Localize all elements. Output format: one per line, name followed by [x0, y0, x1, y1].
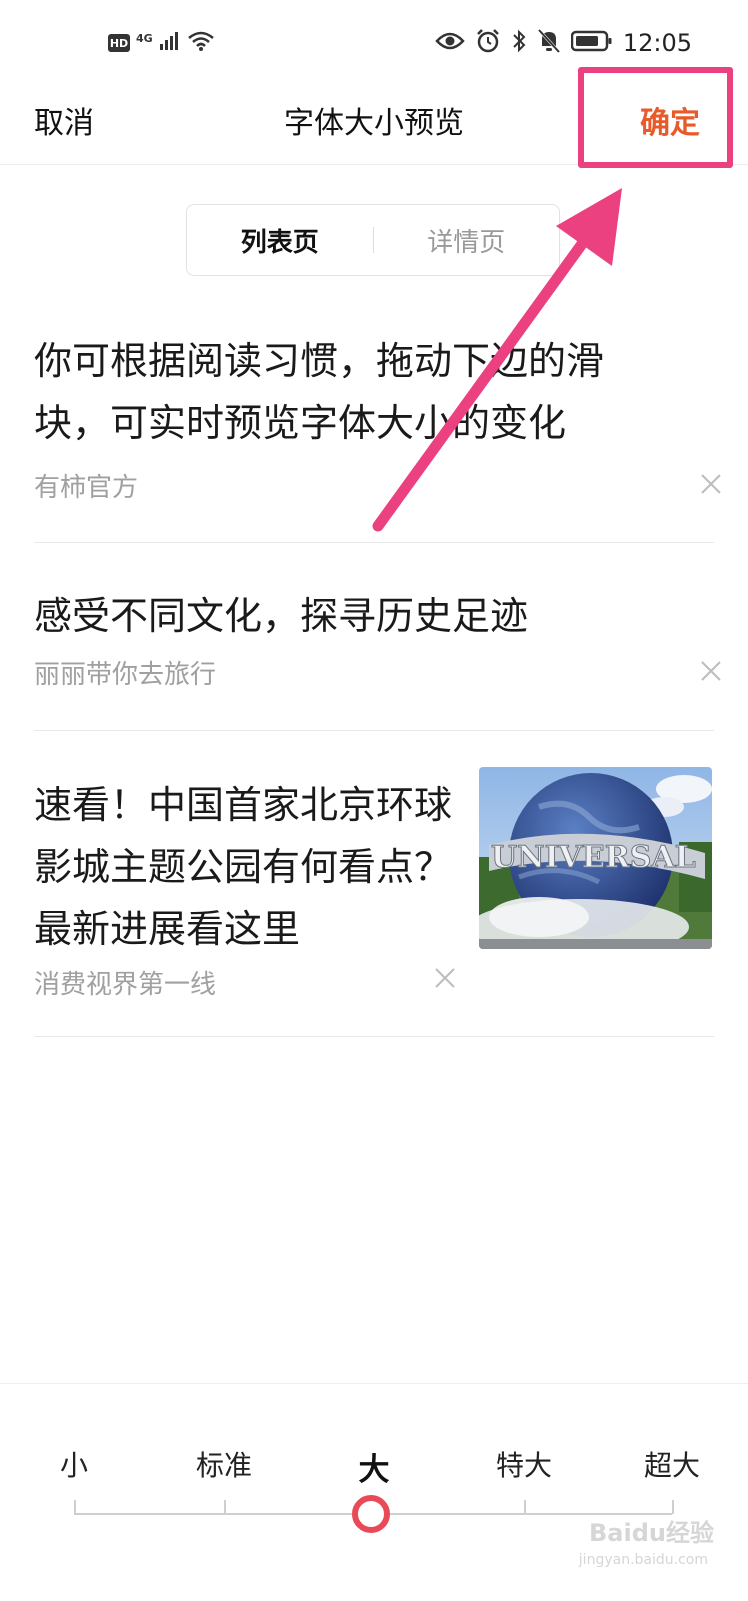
annotation-highlight-box: [578, 67, 733, 168]
size-option-small[interactable]: 小: [29, 1444, 119, 1484]
feed-item-source: 消费视界第一线: [34, 970, 217, 1000]
watermark: Baidu经验: [589, 1519, 714, 1547]
mute-icon: [537, 28, 561, 58]
annotation-arrow: [372, 188, 622, 532]
size-option-xlarge[interactable]: 特大: [479, 1444, 569, 1484]
slider-tick: [224, 1500, 226, 1514]
size-option-xxlarge[interactable]: 超大: [627, 1444, 717, 1484]
article-thumbnail[interactable]: UNIVERSAL: [479, 767, 712, 949]
wifi-icon: [187, 30, 215, 56]
thumbnail-text: UNIVERSAL: [491, 840, 696, 875]
feed-item-title[interactable]: 感受不同文化，探寻历史足迹: [34, 585, 674, 647]
slider-knob[interactable]: [352, 1495, 390, 1533]
status-left: HD 4G: [108, 30, 215, 56]
clock: 12:05: [622, 29, 692, 57]
dismiss-icon[interactable]: [700, 660, 722, 682]
feed-item-source: 丽丽带你去旅行: [34, 660, 217, 690]
watermark-url: jingyan.baidu.com: [578, 1552, 708, 1568]
hd-badge: HD: [108, 34, 130, 52]
divider: [34, 542, 714, 543]
bluetooth-icon: [511, 28, 527, 58]
divider: [34, 1036, 714, 1037]
network-label: 4G: [136, 31, 153, 45]
alarm-icon: [475, 28, 501, 58]
feed-item-title[interactable]: 速看！中国首家北京环球影城主题公园有何看点？最新进展看这里: [34, 774, 454, 960]
size-option-standard[interactable]: 标准: [179, 1444, 269, 1484]
dismiss-icon[interactable]: [434, 967, 456, 989]
feed-item-source: 有柿官方: [34, 473, 139, 503]
size-option-large[interactable]: 大: [329, 1444, 419, 1489]
eye-icon: [435, 31, 465, 55]
signal-icon: [159, 31, 181, 55]
font-size-panel: [0, 1383, 748, 1601]
slider-tick: [672, 1500, 674, 1514]
slider-tick: [524, 1500, 526, 1514]
battery-icon: [570, 30, 613, 56]
divider: [34, 730, 714, 731]
dismiss-icon[interactable]: [700, 473, 722, 495]
slider-tick: [74, 1500, 76, 1514]
status-right: 12:05: [435, 28, 692, 58]
tab-list-page[interactable]: 列表页: [187, 222, 373, 259]
